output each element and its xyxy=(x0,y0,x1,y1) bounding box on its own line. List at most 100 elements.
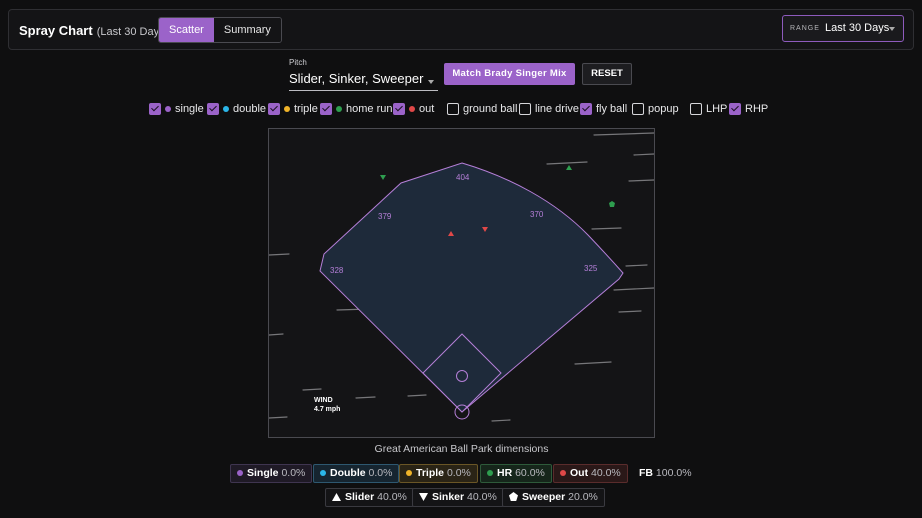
legend-value: 20.0% xyxy=(568,491,598,503)
legend-value: 100.0% xyxy=(655,467,692,479)
checkbox-unchecked[interactable] xyxy=(690,103,702,115)
legend-slider: Slider 40.0% xyxy=(325,488,414,507)
distance-rf: 370 xyxy=(530,210,544,219)
triangle-down-icon xyxy=(419,493,428,501)
filter-label: RHP xyxy=(745,103,769,115)
title-text: Spray Chart xyxy=(19,23,93,38)
filter-label: double xyxy=(233,103,267,115)
range-label: RANGE xyxy=(790,25,820,32)
filter-popup[interactable]: popup xyxy=(632,103,679,115)
double-dot-icon xyxy=(223,106,229,112)
filter-double[interactable]: double xyxy=(207,103,266,115)
pitch-label: Pitch xyxy=(289,58,307,67)
legend-value: 60.0% xyxy=(515,467,545,479)
home-run-dot-icon xyxy=(336,106,342,112)
checkbox-unchecked[interactable] xyxy=(519,103,531,115)
legend-single: Single 0.0% xyxy=(230,464,313,483)
filter-label: triple xyxy=(294,103,318,115)
view-toggle: Scatter Summary xyxy=(158,17,282,43)
filter-label: out xyxy=(419,103,435,115)
single-dot-icon xyxy=(165,106,171,112)
double-dot-icon xyxy=(320,470,326,476)
legend-sweeper: Sweeper 20.0% xyxy=(502,488,605,507)
chevron-down-icon xyxy=(889,27,895,31)
header-panel: Spray Chart (Last 30 Days) Scatter Summar… xyxy=(8,9,914,50)
tab-scatter[interactable]: Scatter xyxy=(159,18,214,42)
checkbox-checked[interactable] xyxy=(149,103,161,115)
legend-hr: HR 60.0% xyxy=(480,464,552,483)
field-caption: Great American Ball Park dimensions xyxy=(374,443,549,455)
checkbox-checked[interactable] xyxy=(729,103,741,115)
checkbox-unchecked[interactable] xyxy=(447,103,459,115)
filter-label: line drive xyxy=(535,103,580,115)
filter-label: fly ball xyxy=(596,103,628,115)
legend-value: 40.0% xyxy=(467,491,497,503)
hr-slider-marker[interactable] xyxy=(566,165,572,170)
legend-label: Sinker xyxy=(432,491,465,503)
legend-value: 40.0% xyxy=(591,467,621,479)
filter-line-drive[interactable]: line drive xyxy=(519,103,579,115)
hr-sinker-marker[interactable] xyxy=(380,175,386,180)
match-mix-button[interactable]: Match Brady Singer Mix xyxy=(444,63,575,85)
filter-single[interactable]: single xyxy=(149,103,204,115)
legend-label: FB xyxy=(639,467,653,479)
filter-fly-ball[interactable]: fly ball xyxy=(580,103,627,115)
legend-label: HR xyxy=(497,467,513,479)
filter-triple[interactable]: triple xyxy=(268,103,318,115)
checkbox-checked[interactable] xyxy=(580,103,592,115)
filter-lhp[interactable]: LHP xyxy=(690,103,727,115)
checkbox-checked[interactable] xyxy=(207,103,219,115)
filter-label: popup xyxy=(648,103,679,115)
legend-triple: Triple 0.0% xyxy=(399,464,478,483)
out-dot-icon xyxy=(409,106,415,112)
pentagon-icon xyxy=(509,492,518,501)
distance-cf: 404 xyxy=(456,173,470,182)
legend-out: Out 40.0% xyxy=(553,464,628,483)
legend-label: Double xyxy=(330,467,366,479)
legend-sinker: Sinker 40.0% xyxy=(412,488,504,507)
triple-dot-icon xyxy=(284,106,290,112)
hr-sweeper-marker[interactable] xyxy=(609,201,615,207)
distance-rf-line: 325 xyxy=(584,264,598,273)
wind-label: WIND xyxy=(314,397,333,404)
distance-lf: 379 xyxy=(378,212,392,221)
checkbox-checked[interactable] xyxy=(320,103,332,115)
pitch-select[interactable]: Slider, Sinker, Sweeper xyxy=(289,69,438,91)
range-select[interactable]: RANGE Last 30 Days xyxy=(782,15,904,42)
filter-label: ground ball xyxy=(463,103,518,115)
legend-label: Triple xyxy=(416,467,445,479)
page-title: Spray Chart (Last 30 Days) xyxy=(19,23,168,38)
filter-out[interactable]: out xyxy=(393,103,434,115)
range-value: Last 30 Days xyxy=(825,22,890,34)
checkbox-checked[interactable] xyxy=(393,103,405,115)
checkbox-checked[interactable] xyxy=(268,103,280,115)
legend-value: 0.0% xyxy=(446,467,471,479)
wind-value: 4.7 mph xyxy=(314,406,340,413)
spray-chart: 328 379 404 370 325 WIND 4.7 mph xyxy=(268,128,655,438)
triangle-up-icon xyxy=(332,493,341,501)
legend-fb: FB 100.0% xyxy=(632,464,699,483)
legend-label: Single xyxy=(247,467,279,479)
checkbox-unchecked[interactable] xyxy=(632,103,644,115)
legend-value: 0.0% xyxy=(368,467,393,479)
filter-label: LHP xyxy=(706,103,728,115)
tab-summary[interactable]: Summary xyxy=(213,18,281,42)
distance-lf-line: 328 xyxy=(330,266,344,275)
filter-home-run[interactable]: home run xyxy=(320,103,392,115)
filter-label: home run xyxy=(346,103,393,115)
legend-double: Double 0.0% xyxy=(313,464,400,483)
legend-value: 40.0% xyxy=(377,491,407,503)
legend-value: 0.0% xyxy=(281,467,306,479)
legend-label: Sweeper xyxy=(522,491,566,503)
hr-dot-icon xyxy=(487,470,493,476)
legend-label: Slider xyxy=(345,491,375,503)
filter-rhp[interactable]: RHP xyxy=(729,103,768,115)
filter-ground-ball[interactable]: ground ball xyxy=(447,103,517,115)
pitch-value: Slider, Sinker, Sweeper xyxy=(289,71,424,86)
legend-label: Out xyxy=(570,467,589,479)
chevron-down-icon xyxy=(428,80,434,84)
reset-button[interactable]: RESET xyxy=(582,63,632,85)
out-dot-icon xyxy=(560,470,566,476)
triple-dot-icon xyxy=(406,470,412,476)
field-svg: 328 379 404 370 325 WIND 4.7 mph xyxy=(268,132,655,422)
